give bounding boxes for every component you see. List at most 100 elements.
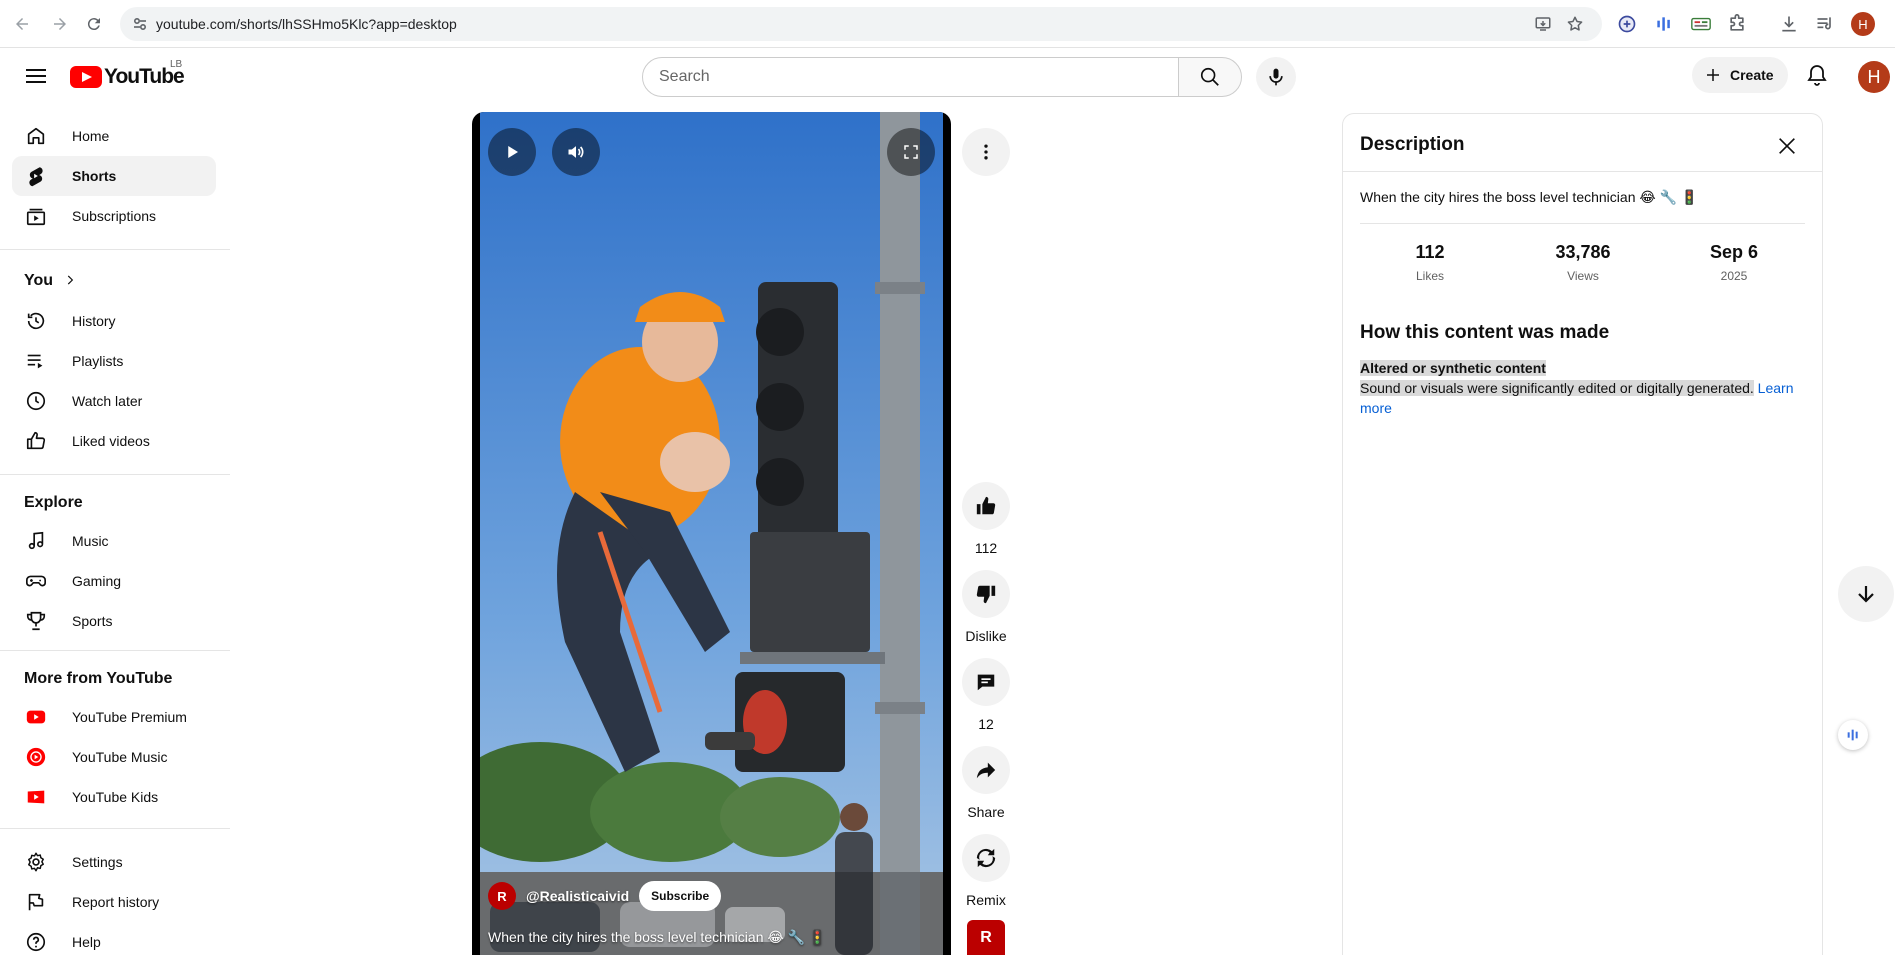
- youtube-kids-icon: [24, 785, 48, 809]
- sidebar-item-gaming[interactable]: Gaming: [12, 561, 216, 601]
- how-made-title: How this content was made: [1360, 322, 1610, 343]
- youtube-play-logo-icon: [70, 66, 102, 88]
- extension-shield-icon[interactable]: [1616, 13, 1638, 35]
- share-action: Share: [962, 746, 1010, 820]
- sidebar-item-youtube-premium[interactable]: YouTube Premium: [12, 697, 216, 737]
- more-options-button[interactable]: [962, 128, 1010, 176]
- playlists-icon: [24, 349, 48, 373]
- browser-profile-avatar[interactable]: H: [1851, 12, 1875, 36]
- dislike-button[interactable]: [962, 570, 1010, 618]
- create-button[interactable]: Create: [1692, 57, 1788, 93]
- sidebar-item-playlists[interactable]: Playlists: [12, 341, 216, 381]
- close-button[interactable]: [1771, 130, 1803, 162]
- reload-icon[interactable]: [82, 12, 106, 36]
- menu-icon[interactable]: [22, 63, 50, 89]
- channel-thumbnail[interactable]: R: [967, 920, 1005, 955]
- sidebar-item-label: Settings: [72, 854, 123, 870]
- audio-bars-icon: [1847, 729, 1858, 741]
- extension-audio-icon[interactable]: [1653, 13, 1675, 35]
- like-button[interactable]: [962, 482, 1010, 530]
- subscriptions-icon: [24, 204, 48, 228]
- notifications-button[interactable]: [1802, 60, 1832, 90]
- search-placeholder: Search: [659, 68, 710, 85]
- comments-action: 12: [962, 658, 1010, 732]
- voice-search-button[interactable]: [1256, 57, 1296, 97]
- sidebar-item-watch-later[interactable]: Watch later: [12, 381, 216, 421]
- sidebar-item-label: YouTube Music: [72, 749, 168, 765]
- channel-row: R @Realisticaivid Subscribe: [488, 880, 722, 912]
- sidebar-item-home[interactable]: Home: [12, 116, 216, 156]
- section-title-you: You: [24, 272, 54, 289]
- shorts-icon: [24, 164, 48, 188]
- short-caption[interactable]: When the city hires the boss level techn…: [488, 929, 826, 946]
- chevron-right-icon: [63, 273, 77, 290]
- sidebar-item-help[interactable]: Help: [12, 922, 216, 955]
- sidebar-item-settings[interactable]: Settings: [12, 842, 216, 882]
- description-panel: Description When the city hires the boss…: [1342, 113, 1823, 955]
- shorts-player[interactable]: R @Realisticaivid Subscribe When the cit…: [472, 112, 951, 955]
- account-avatar[interactable]: H: [1858, 61, 1890, 93]
- sidebar-item-history[interactable]: History: [12, 301, 216, 341]
- stat-label: 2025: [1720, 269, 1748, 283]
- sidebar-item-liked-videos[interactable]: Liked videos: [12, 421, 216, 461]
- forward-icon[interactable]: [48, 12, 72, 36]
- sidebar-divider: [0, 650, 230, 651]
- search-button[interactable]: [1178, 57, 1242, 97]
- back-icon[interactable]: [10, 12, 34, 36]
- share-button[interactable]: [962, 746, 1010, 794]
- volume-icon: [568, 146, 584, 158]
- panel-divider: [1343, 171, 1822, 172]
- sidebar-item-subscriptions[interactable]: Subscriptions: [12, 196, 216, 236]
- sidebar-item-label: Music: [72, 533, 109, 549]
- comments-button[interactable]: [962, 658, 1010, 706]
- sidebar-item-label: Report history: [72, 894, 160, 910]
- youtube-music-icon: [24, 745, 48, 769]
- media-controls-icon[interactable]: [1814, 13, 1836, 35]
- sidebar-item-shorts[interactable]: Shorts: [12, 156, 216, 196]
- extension-dvd-icon[interactable]: [1690, 13, 1712, 35]
- channel-avatar[interactable]: R: [488, 882, 516, 910]
- address-bar[interactable]: youtube.com/shorts/lhSSHmo5Klc?app=deskt…: [120, 7, 1602, 41]
- search-input[interactable]: Search: [642, 57, 1179, 97]
- stat-label: Views: [1567, 269, 1599, 283]
- gamepad-icon: [24, 569, 48, 593]
- site-info-icon[interactable]: [132, 16, 148, 32]
- altered-content-text: Sound or visuals were significantly edit…: [1360, 380, 1754, 396]
- volume-button[interactable]: [552, 128, 600, 176]
- create-label: Create: [1730, 67, 1774, 83]
- sidebar-section-you[interactable]: You: [12, 261, 216, 301]
- youtube-premium-icon: [24, 705, 48, 729]
- thumb-up-filled-icon: [976, 496, 996, 515]
- bookmark-star-icon[interactable]: [1566, 15, 1584, 33]
- stat-date: Sep 6 2025: [1674, 242, 1794, 283]
- fullscreen-button[interactable]: [887, 128, 935, 176]
- sidebar-item-youtube-kids[interactable]: YouTube Kids: [12, 777, 216, 817]
- sidebar-item-youtube-music[interactable]: YouTube Music: [12, 737, 216, 777]
- sidebar-item-report-history[interactable]: Report history: [12, 882, 216, 922]
- plus-icon: [1707, 69, 1719, 81]
- stat-value: 33,786: [1555, 242, 1611, 262]
- close-icon: [1779, 138, 1795, 154]
- floating-extension-button[interactable]: [1838, 720, 1868, 750]
- install-app-icon[interactable]: [1534, 15, 1552, 33]
- arrow-down-icon: [1858, 586, 1874, 603]
- sidebar-item-music[interactable]: Music: [12, 521, 216, 561]
- comment-count: 12: [978, 716, 994, 732]
- youtube-logo[interactable]: YouTube LB: [70, 59, 185, 89]
- next-short-button[interactable]: [1838, 566, 1894, 622]
- sidebar: Home Shorts Subscriptions You History Pl…: [0, 112, 240, 955]
- downloads-icon[interactable]: [1778, 13, 1800, 35]
- dislike-label: Dislike: [965, 628, 1007, 644]
- play-button[interactable]: [488, 128, 536, 176]
- sidebar-item-label: Playlists: [72, 353, 124, 369]
- country-code: LB: [170, 59, 183, 70]
- home-icon: [24, 124, 48, 148]
- sidebar-item-label: Watch later: [72, 393, 143, 409]
- sidebar-divider: [0, 828, 230, 829]
- extensions-puzzle-icon[interactable]: [1726, 13, 1748, 35]
- channel-name[interactable]: @Realisticaivid: [526, 888, 629, 904]
- remix-button[interactable]: [962, 834, 1010, 882]
- sidebar-item-sports[interactable]: Sports: [12, 601, 216, 641]
- fullscreen-icon: [904, 145, 918, 159]
- subscribe-button[interactable]: Subscribe: [639, 881, 722, 911]
